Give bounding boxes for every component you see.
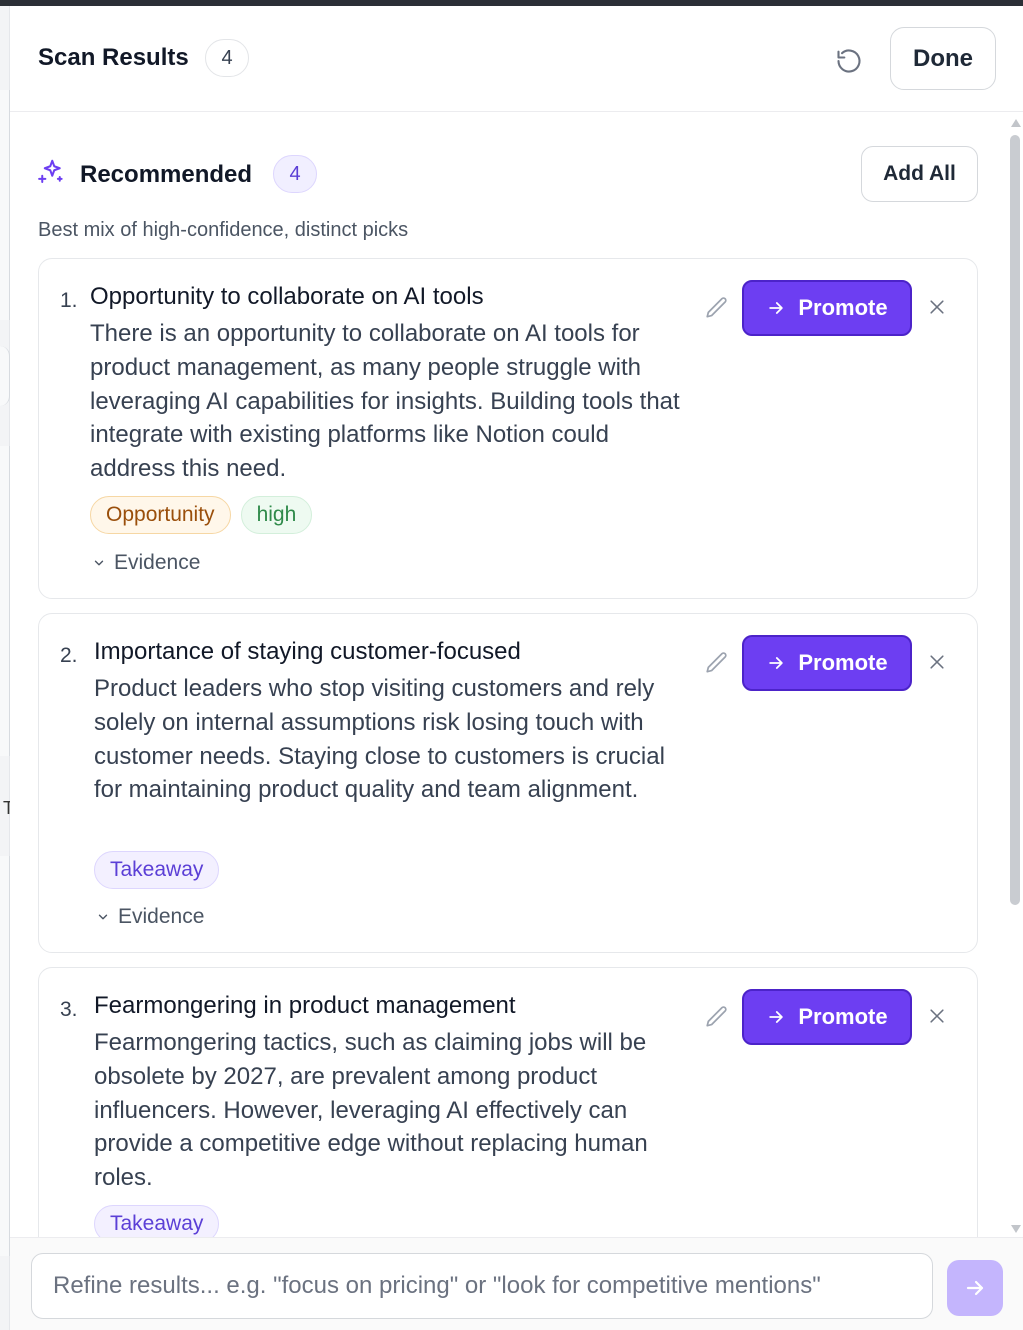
arrow-right-icon: [769, 657, 784, 669]
card-description: Fearmongering tactics, such as claiming …: [94, 1029, 648, 1192]
promote-label: Promote: [798, 1004, 888, 1029]
card-number: 3.: [60, 998, 78, 1021]
refresh-button[interactable]: [832, 44, 866, 78]
card-tags: Takeaway: [94, 1205, 220, 1237]
results-scroll-area[interactable]: Recommended 4 Add All Best mix of high-c…: [10, 113, 1023, 1237]
card-description: Product leaders who stop visiting custom…: [94, 675, 665, 804]
evidence-toggle[interactable]: Evidence: [92, 551, 200, 575]
panel-title: Scan Results: [38, 44, 189, 71]
arrow-right-icon: [966, 1280, 984, 1296]
card-number: 2.: [60, 644, 78, 667]
result-card: 2. Importance of staying customer-focuse…: [38, 613, 978, 953]
recommended-heading: Recommended: [80, 161, 253, 188]
panel-header: Scan Results 4 Done: [10, 6, 1023, 112]
card-title: Opportunity to collaborate on AI tools: [90, 283, 484, 310]
promote-label: Promote: [798, 650, 888, 675]
refine-bar: [10, 1237, 1023, 1330]
done-button[interactable]: Done: [890, 27, 996, 90]
refine-input[interactable]: [31, 1253, 933, 1319]
dismiss-button[interactable]: [923, 293, 951, 321]
edge-panel: [0, 90, 10, 320]
add-all-button[interactable]: Add All: [861, 146, 978, 202]
refresh-icon: [837, 49, 861, 73]
scan-results-panel: Scan Results 4 Done Recommended 4 Add Al…: [10, 6, 1023, 1330]
edge-panel: [0, 446, 10, 756]
card-tags: Takeaway: [94, 851, 220, 889]
edit-button[interactable]: [702, 1002, 732, 1032]
vertical-scrollbar[interactable]: [1007, 113, 1023, 1237]
scroll-down-arrow[interactable]: [1011, 1225, 1021, 1233]
evidence-label: Evidence: [118, 905, 205, 928]
close-icon: [930, 300, 944, 314]
chevron-down-icon: [94, 560, 104, 566]
promote-button[interactable]: Promote: [742, 280, 912, 336]
card-title: Importance of staying customer-focused: [94, 638, 521, 665]
arrow-right-icon: [769, 1011, 784, 1023]
recommended-subtitle: Best mix of high-confidence, distinct pi…: [38, 219, 409, 241]
card-description: There is an opportunity to collaborate o…: [90, 320, 680, 483]
evidence-toggle[interactable]: Evidence: [96, 905, 204, 929]
scrollbar-thumb[interactable]: [1010, 135, 1020, 905]
close-icon: [930, 655, 944, 669]
card-title: Fearmongering in product management: [94, 992, 516, 1019]
pencil-icon: [706, 1006, 727, 1027]
background-app-edge: T: [0, 6, 14, 1330]
tag-takeaway: Takeaway: [94, 1205, 220, 1237]
card-number: 1.: [60, 289, 78, 312]
sparkles-icon: [38, 159, 63, 183]
tag-confidence-high: high: [240, 496, 313, 534]
arrow-right-icon: [769, 302, 784, 314]
results-count-badge: 4: [205, 39, 249, 77]
edit-button[interactable]: [702, 648, 732, 678]
promote-button[interactable]: Promote: [742, 635, 912, 691]
dismiss-button[interactable]: [923, 1002, 951, 1030]
dismiss-button[interactable]: [923, 648, 951, 676]
tag-takeaway: Takeaway: [94, 851, 220, 889]
chevron-down-icon: [98, 914, 108, 920]
result-card: 1. Opportunity to collaborate on AI tool…: [38, 258, 978, 599]
card-tags: Opportunity high: [90, 496, 313, 534]
scroll-up-arrow[interactable]: [1011, 119, 1021, 127]
edit-button[interactable]: [702, 293, 732, 323]
promote-button[interactable]: Promote: [742, 989, 912, 1045]
edge-panel: [0, 856, 10, 1256]
send-button[interactable]: [947, 1260, 1003, 1316]
edge-panel: [0, 346, 10, 406]
evidence-label: Evidence: [114, 551, 201, 574]
close-icon: [930, 1009, 944, 1023]
pencil-icon: [706, 652, 727, 673]
recommended-count-badge: 4: [273, 155, 317, 193]
result-card: 3. Fearmongering in product management F…: [38, 967, 978, 1237]
tag-opportunity: Opportunity: [90, 496, 231, 534]
pencil-icon: [706, 297, 727, 318]
promote-label: Promote: [798, 295, 888, 320]
